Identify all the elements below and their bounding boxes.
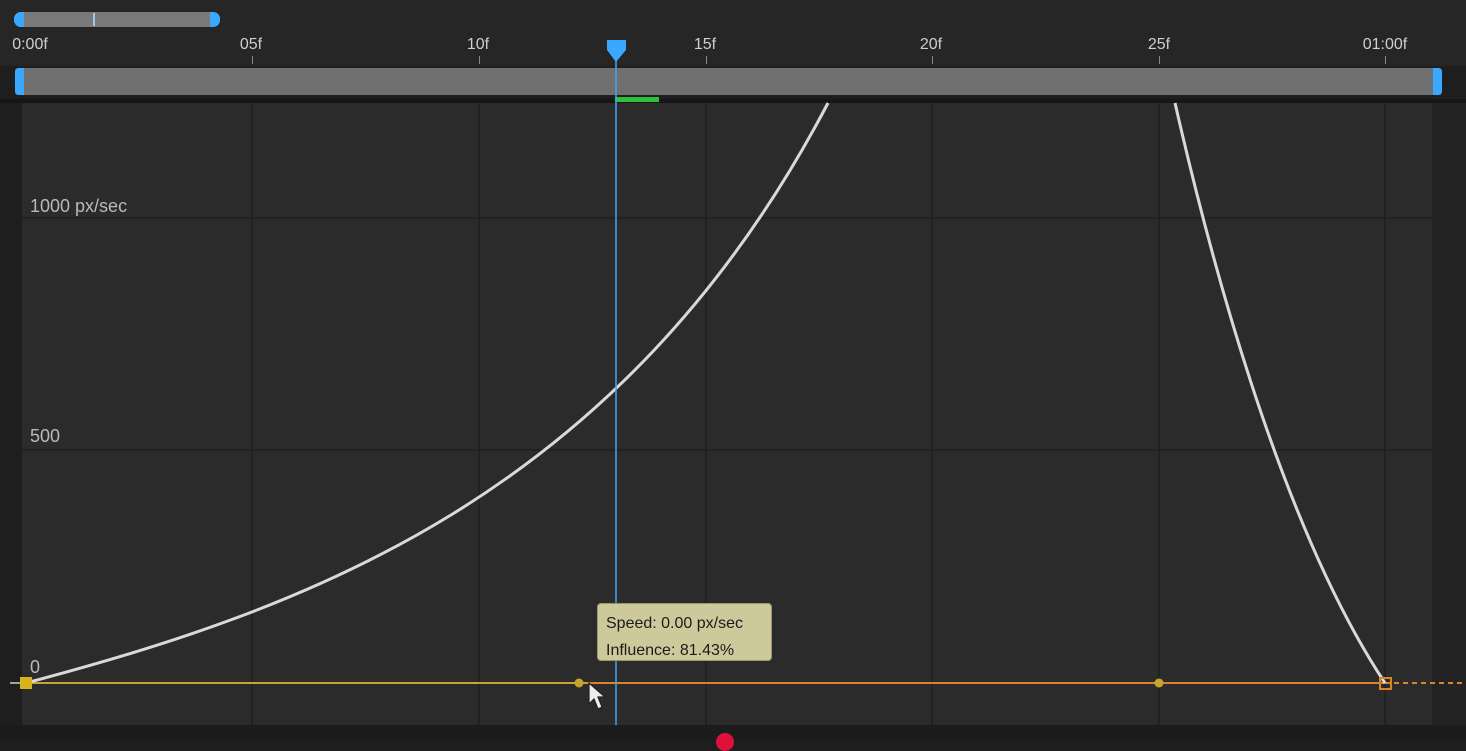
keyframe-square-icon[interactable]	[20, 677, 32, 689]
playhead-marker-icon[interactable]	[607, 40, 626, 62]
speed-curve-falling[interactable]	[1173, 102, 1387, 684]
graph-editor: 0:00f 05f 10f 15f 20f 25f 01:00f 1000 px…	[0, 0, 1466, 751]
render-bar	[615, 97, 659, 102]
recording-indicator	[716, 733, 734, 751]
speed-curve-rising[interactable]	[25, 102, 830, 685]
bezier-handle-icon[interactable]	[1154, 678, 1164, 688]
tooltip-influence: Influence: 81.43%	[606, 642, 735, 659]
keyframe-speed-tooltip: Speed: 0.00 px/sec Influence: 81.43%	[597, 603, 772, 661]
tooltip-speed: Speed: 0.00 px/sec	[606, 615, 743, 632]
mouse-pointer-icon	[588, 681, 607, 710]
bezier-handle-icon[interactable]	[574, 678, 584, 688]
